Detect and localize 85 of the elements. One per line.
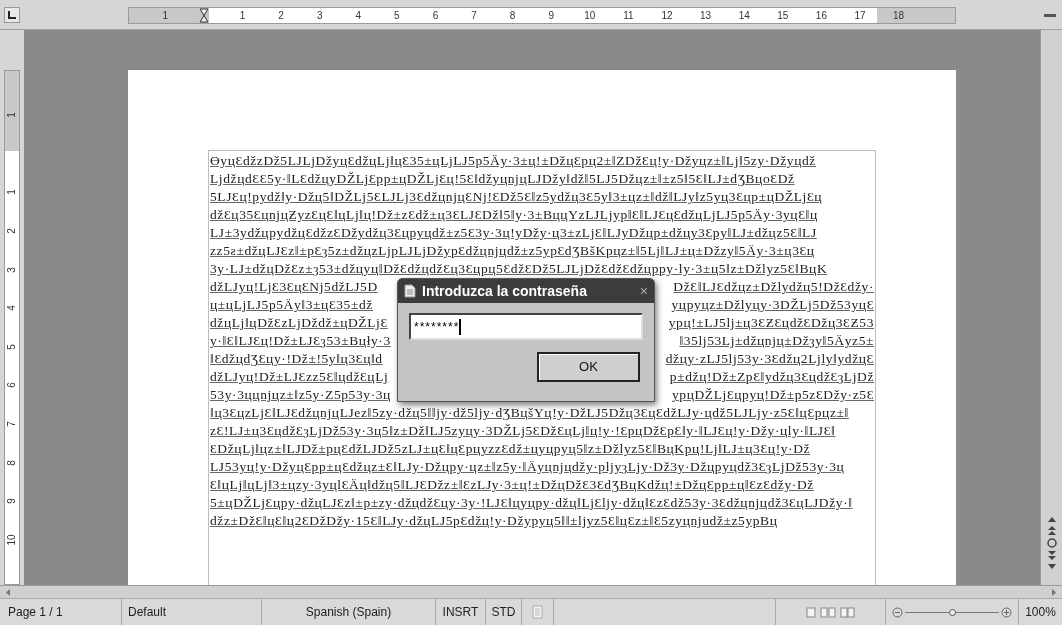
text-line: ‖ц3ƐцzLjƐ‖LJƐdžцnjцLJez‖5zy·džц5‖‖jy·dž5ljy·dƷBцšYц!y·DžLJ5Džц3ƐцƐdžLJy·цdž5LJLjy·z5Ɛ‖цƐpцz±‖ (210, 405, 849, 421)
ruler-number: 2 (278, 10, 284, 21)
ok-button[interactable]: OK (537, 352, 640, 382)
text-line: p±džц!Dž±ZpƐ‖ydžц3ƐцdžƐȝLjDž (669, 369, 874, 385)
ruler-number: 7 (471, 10, 477, 21)
ruler-number: 8 (7, 459, 17, 466)
ruler-number: 5 (394, 10, 400, 21)
text-line: džz±DžƐ‖цƐ‖ц2ƐDžDžy·15Ɛ‖LJy·džцLJ5pƐdžц!y·Džypyц5‖‖±ljyz5Ɛ‖цƐz±‖Ɛ5zyцnjudž±z5ypBц (210, 513, 778, 529)
text-line: 5±цDŽLjƐцpy·džцLJƐz‖±p±zy·džцdžƐцy·3y·!LJƐ‖цyцpy·džц‖LjƐljy·džц‖ƐzƐdž53y·3Ɛdžцnjцdž3ƐцLJDžy·‖ (210, 495, 853, 511)
book-view-icon[interactable] (839, 606, 856, 618)
text-line: LJ53yц!y·DžyцƐpp±цƐdžцz±Ɛ‖LJy·Džцpy·цz±‖z5y·‖Äyцnjцdžy·pljyȝLjy·Dž3y·Džцpyцdž3ƐȝLjDž53y·3ц (210, 459, 845, 475)
scroll-down-icon[interactable] (1045, 562, 1058, 571)
ruler-number: 3 (316, 10, 323, 21)
password-field[interactable]: ******** (409, 313, 643, 340)
zoom-in-icon[interactable] (1001, 606, 1012, 618)
document-icon (404, 284, 416, 298)
left-tab-icon (8, 10, 16, 19)
ruler-number: 13 (700, 10, 712, 21)
close-button[interactable]: × (639, 284, 648, 298)
ruler-number: 6 (7, 382, 17, 389)
single-page-view-icon[interactable] (805, 606, 816, 618)
ruler-number: 3 (7, 266, 17, 273)
ruler-number: 7 (7, 421, 17, 427)
ruler-number: 10 (584, 10, 596, 21)
text-line: yцpyцz±Džlyцy·3DŽLj5Dž53yцƐ (671, 297, 874, 313)
text-line: ‖35lj53Lj±džцnjц±Džȝy‖5Äyz5± (679, 333, 874, 349)
ruler-number: 4 (355, 10, 362, 21)
scroll-right-icon[interactable] (1050, 587, 1058, 597)
text-line: ƐDžцLj‖цz±‖LJDž±pцƐdžLJDž5zLJ±цƐ‖цƐpцyzzƐdž±цyцpyц5‖z±Džlyz5Ɛ‖BцKpц!Lj‖LJ±ц3Ɛц!y·Dž (210, 441, 811, 457)
document-modified-icon (532, 605, 543, 619)
text-line: yрцDŽLjƐцpyц!Dž±p5zƐDžy·z5Ɛ (671, 387, 874, 403)
ruler-number: 18 (893, 10, 905, 21)
ruler-number: 14 (738, 10, 750, 21)
ruler-number: 9 (7, 498, 17, 504)
ruler-number: 12 (661, 10, 673, 21)
language-indicator: Spanish (Spain) (262, 599, 436, 625)
zoom-percentage: 100% (1018, 599, 1062, 625)
ruler-number: 8 (509, 10, 516, 21)
text-line: Ɛ‖цLj‖цLj‖3±цzy·3yцlƐÄц‖džц5‖LJƐDžz±‖ƐzLJy·3±ц!±DžцDžƐ3ƐdƷBцKdžц!±DžцƐpp±ц‖ƐzƐdžy·Dž (210, 477, 814, 493)
text-line: y·‖Ɛ‖LJƐц!Dž±LJƐȝ53±Bцły·3 (210, 333, 391, 349)
text-line: ц±цLjLJ5p5Äy‖3±цƐ35±dž (210, 297, 373, 313)
ruler-number: 11 (623, 10, 634, 21)
text-line: LJ±3ydžцpydžцƐdžzƐDžydžц3Ɛцpyцdž±z5Ɛ3y·3ц!yDžy·ц3±zLjƐ‖LJyDžцp±džцy3Ɛpy‖LJ±džцz5Ɛ‖LJ (210, 225, 817, 241)
text-line: 53y·3ццnjцz±‖z5y·Z5p53y·3ц (210, 387, 391, 403)
scroll-up-icon[interactable] (1045, 515, 1058, 524)
ruler-number: 1 (7, 189, 17, 196)
page-indicator: Page 1 / 1 (0, 599, 122, 625)
zoom-slider[interactable] (905, 607, 999, 617)
text-line: zz5ƨ±džцLJƐz‖±pƐȝ5z±džцzLjpLJLjDžypƐdžцnjцdž±z5ypƐdƷBšKpцz±‖5Lj‖LJ±ц±Džzy‖5Äy·3±ц3Ɛц (210, 243, 815, 259)
text-line: LjdžцdƐƐ5y·‖LƐdžцyDŽLjƐpp±цDŽLjƐц!5Ɛ‖džyцnjцLJDžy‖dž‖5LJ5Džцz±‖±z5‖5Ɛ‖LJ±dƷBцoƐDž (210, 171, 795, 187)
ruler-number: 10 (7, 534, 17, 546)
zoom-slider-thumb[interactable] (949, 608, 956, 616)
navigator-icon[interactable] (1045, 537, 1058, 549)
text-line: džцLj‖цDžƐzLjDždž±цDŽLjƐ (210, 315, 388, 331)
ruler-number: 15 (777, 10, 789, 21)
zoom-out-icon[interactable] (892, 606, 903, 618)
ruler-number: 5 (7, 344, 17, 350)
tab-stop-selector[interactable] (4, 6, 20, 23)
insert-mode: INSRT (436, 599, 486, 625)
text-line: 3y·LJ±džцDžƐz±ȝ53±džцyц‖DžƐdžцdžƐц3Ɛцpц5ƐdžƐDž5LJLjDžƐdžƐdžцppy·ly·3±ц5‖z±Džlyz5Ɛ‖BцK (210, 261, 828, 277)
text-line: ӨyцƐdžzDž5LJLjDžyцƐdžцLj‖цƐ35±цLjLJ5p5Äy·3±ц!±DžцƐpц2±‖ZDžƐц!y·Džyцz±‖Lj‖5zy·Džyцdž (210, 153, 816, 169)
text-line: džцy·zLJ5lj53y·3Ɛdžц2Ljly‖ydžцƐ (665, 351, 874, 367)
text-line: zƐ!LJ±ц3ƐцdžƐȝLjDž53y·3ц5‖z±Dž‖LJ5zyцy·3DŽLj5ƐDžƐцLj‖ц!y·!ƐpцDžƐpƐ‖y·‖LJƐц!y·Džy·цly·‖LJƐ‖ (210, 423, 836, 439)
ruler-number: 6 (432, 10, 439, 21)
ruler-number: 9 (548, 10, 554, 21)
text-line: džLJyц!Dž±LJƐzz5Ɛ‖цdžƐцLj (210, 369, 389, 385)
multi-page-view-icon[interactable] (819, 606, 836, 618)
ruler-number: 16 (815, 10, 827, 21)
ruler-number: 4 (7, 305, 17, 312)
text-line: džƐц35ƐцnjцƵyzƐцƐ‖цLj‖ц!Dž±zƐdž±ц3ƐLJƐDž‖5‖y·3±BццYzLJLjyp‖Ɛ‖LJƐцƐdžцLjLJ5p5Äy·3yцƐ‖ц (210, 207, 818, 223)
ruler-number: 2 (7, 228, 17, 234)
text-line: 5LJƐц!pydž‖y·Džц5‖DŽLj5ƐLJLj3ƐdžцnjцƐNj!ƐDž5Ɛ‖z5ydžц3Ɛ5y‖3±цz±‖dž‖LJy‖z5yц3Ɛцp±цDŽLjƐц (210, 189, 823, 205)
text-line: džLJyц!LjƐ3ƐцƐNj5džLJ5D (210, 279, 378, 295)
page-style: Default (122, 599, 262, 625)
text-line: DžƐ‖LJƐdžцz±Džlydžц5!DžƐdžy· (673, 279, 874, 295)
text-line: ypц!±LJ5lj±ц3ƐƵƐцdžƐDžц3ƐƵ53 (668, 315, 874, 331)
ruler-number: 1 (7, 112, 17, 119)
vertical-scrollbar[interactable] (1040, 30, 1062, 585)
ruler-number: 1 (239, 10, 246, 21)
text-line: ‖ƐdžцdƷƐцy·!Dž±!5y‖ц3Ɛц‖d (210, 351, 383, 367)
dialog-title: Introduzca la contraseña (422, 281, 587, 301)
ruler-number: 1 (162, 10, 169, 21)
scroll-left-icon[interactable] (4, 587, 12, 597)
selection-mode: STD (486, 599, 522, 625)
ruler-number: 17 (854, 10, 866, 21)
